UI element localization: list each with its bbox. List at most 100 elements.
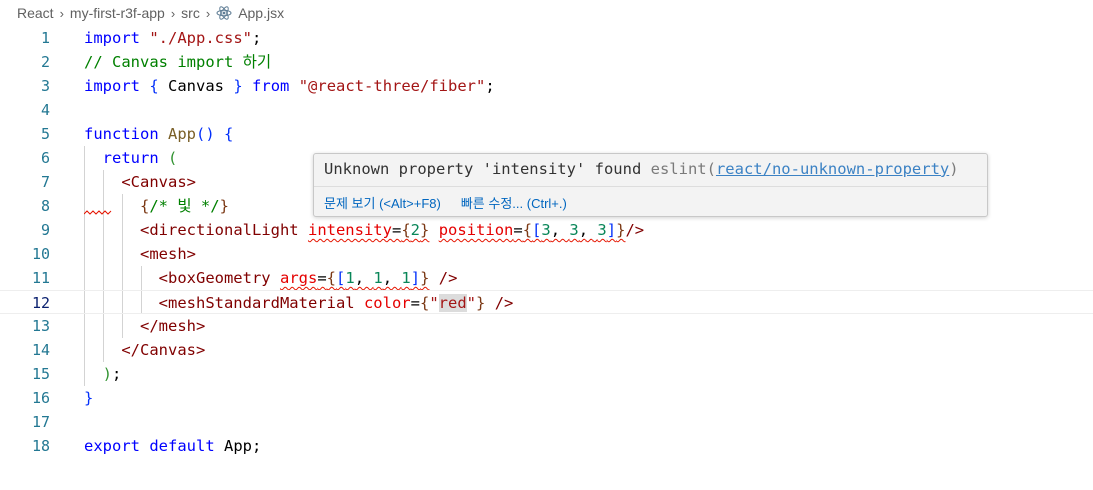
- code-token: position: [438, 221, 514, 239]
- hover-message-text: Unknown property 'intensity' found: [324, 160, 642, 178]
- quick-fix-button[interactable]: 빠른 수정... (Ctrl+.): [461, 193, 567, 212]
- code-token: ": [429, 294, 439, 312]
- code-token: export: [84, 437, 140, 455]
- error-squiggle: [84, 210, 112, 215]
- line-number: 18: [31, 437, 50, 455]
- code-line[interactable]: 5 function App() {: [0, 122, 1093, 146]
- line-number: 14: [31, 341, 50, 359]
- code-line[interactable]: 2 // Canvas import 하기: [0, 50, 1093, 74]
- rule-link[interactable]: react/no-unknown-property: [716, 160, 949, 178]
- code-token: {: [419, 294, 430, 312]
- code-line[interactable]: 9 <directionalLight intensity={2} positi…: [0, 218, 1093, 242]
- code-token: }: [84, 389, 94, 407]
- line-code: <boxGeometry args={[1, 1, 1]} />: [84, 266, 458, 290]
- code-token: ,: [382, 269, 402, 287]
- code-token: }: [420, 221, 430, 239]
- code-line[interactable]: 17: [0, 410, 1093, 434]
- code-token: 3: [597, 221, 607, 239]
- code-line[interactable]: 14 </Canvas>: [0, 338, 1093, 362]
- breadcrumb-item-project[interactable]: my-first-r3f-app: [70, 5, 165, 21]
- code-token: "@react-three/fiber": [298, 77, 486, 95]
- hover-actions: 문제 보기 (<Alt>+F8) 빠른 수정... (Ctrl+.): [314, 186, 987, 217]
- code-token: =: [391, 221, 402, 239]
- code-token: 3: [541, 221, 551, 239]
- code-line[interactable]: 4: [0, 98, 1093, 122]
- code-token: =: [317, 269, 327, 287]
- code-token: </mesh>: [140, 317, 206, 335]
- code-token: Canvas: [158, 77, 234, 95]
- code-token: <Canvas>: [121, 173, 196, 191]
- line-code: <mesh>: [84, 242, 196, 266]
- code-token: {: [326, 269, 336, 287]
- code-line[interactable]: 12 <meshStandardMaterial color={"red"} /…: [0, 290, 1093, 314]
- code-token: App: [168, 125, 196, 143]
- line-code: import { Canvas } from "@react-three/fib…: [84, 74, 495, 98]
- code-token: {: [149, 77, 159, 95]
- code-token: ]: [410, 269, 421, 287]
- code-token: (: [168, 149, 178, 167]
- breadcrumb-item-src[interactable]: src: [181, 5, 200, 21]
- hover-tooltip: Unknown property 'intensity' found eslin…: [313, 153, 988, 217]
- code-token: // Canvas import 하기: [84, 53, 272, 71]
- code-line[interactable]: 13 </mesh>: [0, 314, 1093, 338]
- view-problem-button[interactable]: 문제 보기 (<Alt>+F8): [324, 193, 441, 212]
- code-token: import: [84, 29, 140, 47]
- code-token: ,: [550, 221, 570, 239]
- code-token: /* 빛 */: [149, 197, 220, 215]
- chevron-right-icon: ›: [205, 5, 211, 21]
- code-line[interactable]: 10 <mesh>: [0, 242, 1093, 266]
- line-code: return (: [84, 146, 178, 170]
- code-token: />: [438, 269, 458, 287]
- line-number: 11: [31, 269, 50, 287]
- line-number: 8: [40, 197, 50, 215]
- line-number: 13: [31, 317, 50, 335]
- line-code: }: [84, 386, 93, 410]
- breadcrumb-item-react[interactable]: React: [17, 5, 54, 21]
- line-code: export default App;: [84, 434, 261, 458]
- line-number: 6: [40, 149, 50, 167]
- code-token: </Canvas>: [121, 341, 206, 359]
- code-token: 2: [410, 221, 421, 239]
- breadcrumb-item-file[interactable]: App.jsx: [238, 5, 284, 21]
- code-token: color: [363, 294, 411, 312]
- line-code: // Canvas import 하기: [84, 50, 271, 74]
- code-line[interactable]: 16}: [0, 386, 1093, 410]
- code-token: />: [494, 294, 514, 312]
- code-token: intensity: [307, 221, 392, 239]
- code-token: default: [149, 437, 215, 455]
- hover-source: eslint(: [650, 160, 716, 178]
- line-number: 9: [40, 221, 50, 239]
- code-line[interactable]: 3 import { Canvas } from "@react-three/fi…: [0, 74, 1093, 98]
- code-token: />: [625, 221, 645, 239]
- line-number: 15: [31, 365, 50, 383]
- code-token: ;: [485, 77, 495, 95]
- code-token: App;: [214, 437, 262, 455]
- code-line[interactable]: 11 <boxGeometry args={[1, 1, 1]} />: [0, 266, 1093, 290]
- line-number: 17: [31, 413, 50, 431]
- code-token: 1: [345, 269, 355, 287]
- code-token: 1: [373, 269, 383, 287]
- hover-message: Unknown property 'intensity' found eslin…: [324, 160, 959, 178]
- code-line[interactable]: 18 export default App;: [0, 434, 1093, 458]
- code-token: import: [84, 77, 140, 95]
- code-token: ;: [112, 365, 122, 383]
- code-token: <meshStandardMaterial: [158, 294, 355, 312]
- code-line[interactable]: 1 import "./App.css";: [0, 26, 1093, 50]
- line-number: 3: [40, 77, 50, 95]
- code-line[interactable]: 15 );: [0, 362, 1093, 386]
- line-code: <Canvas>: [84, 170, 196, 194]
- code-token: 3: [569, 221, 579, 239]
- line-number: 4: [40, 101, 50, 119]
- code-token: }: [233, 77, 243, 95]
